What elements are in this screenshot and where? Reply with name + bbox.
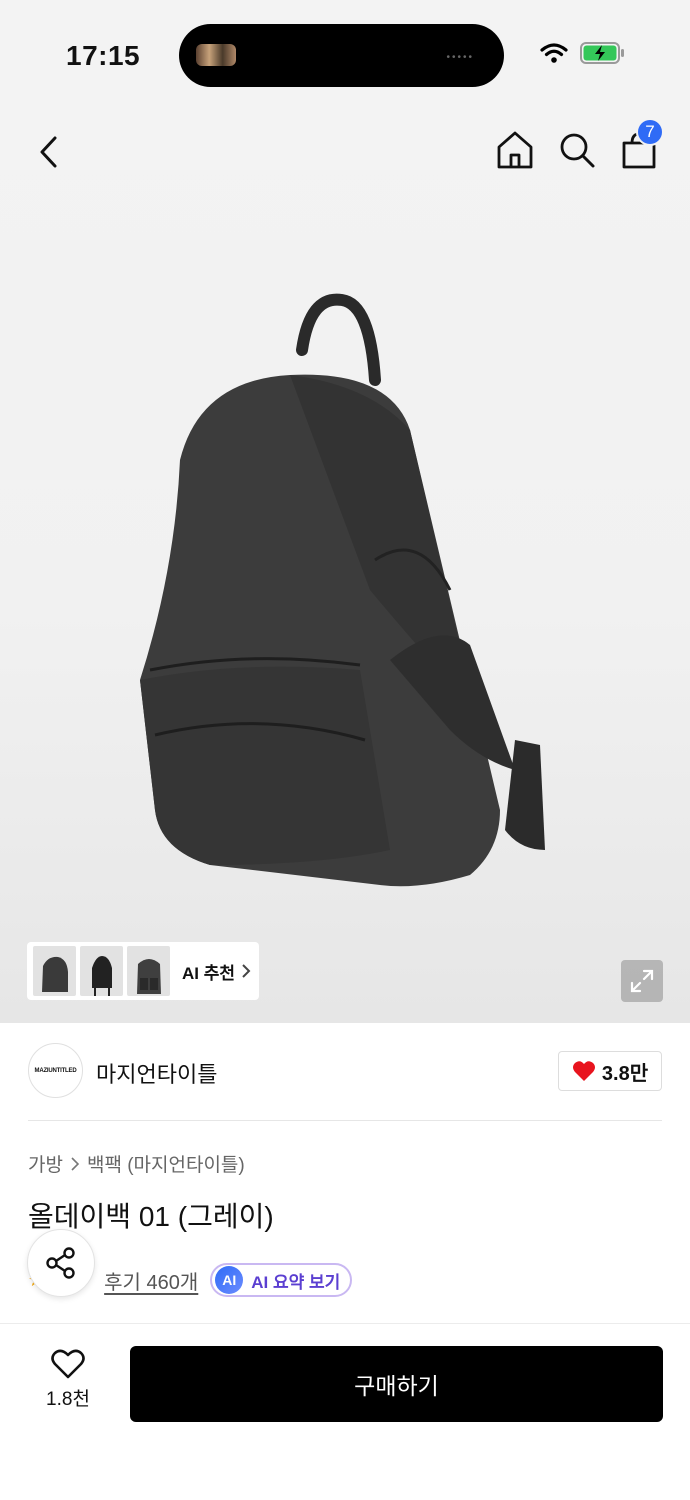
ai-summary-label: AI 요약 보기	[251, 1272, 341, 1292]
brand-like-count: 3.8만	[601, 1062, 649, 1085]
heart-outline-icon	[51, 1349, 85, 1379]
cart-button[interactable]: 7	[616, 118, 664, 172]
brand-row[interactable]: MAZIUNTITLED 마지언타이틀 3.8만	[28, 1043, 662, 1121]
top-nav: 7	[0, 110, 690, 200]
home-icon	[497, 131, 533, 169]
share-button[interactable]	[27, 1229, 95, 1297]
recommendation-thumbnail[interactable]	[80, 946, 123, 996]
recommendation-thumbnail[interactable]	[127, 946, 170, 996]
ai-recommendation-label[interactable]: AI 추천	[182, 959, 251, 984]
wishlist-button[interactable]: 1.8천	[36, 1348, 100, 1420]
wifi-icon	[540, 43, 568, 63]
buy-button[interactable]: 구매하기	[130, 1346, 663, 1422]
expand-image-button[interactable]	[621, 960, 663, 1002]
back-button[interactable]	[28, 130, 68, 174]
search-button[interactable]	[556, 128, 598, 172]
review-link[interactable]: 후기 460개	[104, 1266, 198, 1295]
wishlist-count: 1.8천	[46, 1389, 90, 1410]
heart-filled-icon	[572, 1061, 595, 1081]
status-time: 17:15	[66, 40, 141, 71]
brand-like-button[interactable]: 3.8만	[558, 1051, 662, 1091]
share-icon	[46, 1247, 75, 1279]
status-bar: 17:15 •••••	[0, 0, 690, 110]
brand-logo[interactable]: MAZIUNTITLED	[28, 1043, 83, 1098]
breadcrumb-category[interactable]: 가방	[28, 1150, 63, 1177]
cart-count-badge: 7	[636, 118, 664, 146]
ai-recommendation-text: AI 추천	[182, 963, 236, 983]
expand-icon	[630, 969, 654, 993]
audio-wave-icon: •••••	[446, 52, 474, 63]
search-icon	[560, 133, 595, 168]
battery-charging-icon	[580, 42, 624, 64]
ai-recommendation-strip[interactable]: AI 추천	[27, 942, 259, 1000]
product-image-backpack	[140, 293, 545, 887]
ai-badge-icon: AI	[215, 1266, 244, 1294]
breadcrumb: 가방 백팩 (마지언타이틀)	[28, 1150, 245, 1177]
ai-summary-button[interactable]: AI AI 요약 보기	[210, 1263, 353, 1297]
home-button[interactable]	[494, 128, 536, 172]
status-icons	[540, 42, 626, 64]
breadcrumb-subcategory[interactable]: 백팩 (마지언타이틀)	[87, 1150, 245, 1177]
bottom-action-bar: 1.8천 구매하기	[0, 1323, 690, 1500]
now-playing-thumbnail	[196, 44, 236, 66]
dynamic-island: •••••	[179, 24, 504, 87]
brand-name[interactable]: 마지언타이틀	[96, 1057, 217, 1089]
recommendation-thumbnail[interactable]	[33, 946, 76, 996]
chevron-right-icon	[242, 964, 251, 978]
chevron-left-icon	[40, 136, 57, 168]
chevron-right-icon	[71, 1156, 79, 1171]
product-gallery[interactable]: 7 AI 추천	[0, 110, 690, 1023]
